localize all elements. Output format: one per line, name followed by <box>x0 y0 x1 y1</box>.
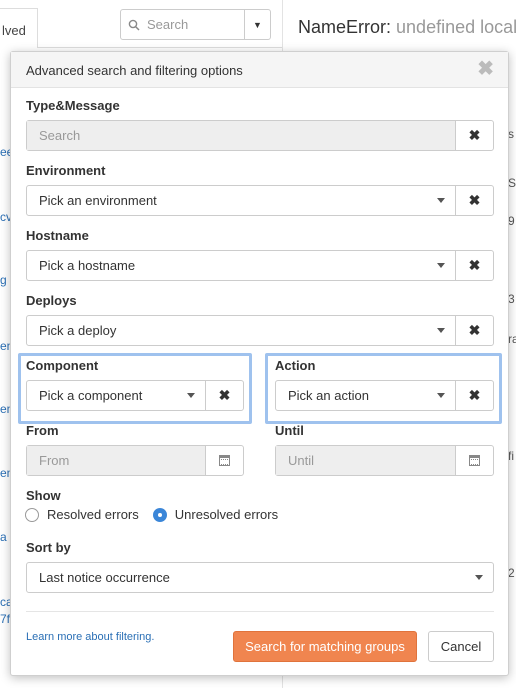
deploys-select-value[interactable]: Pick a deploy <box>27 316 456 345</box>
environment-select[interactable]: Pick an environment ✖ <box>26 185 494 216</box>
sort-by-select[interactable]: Last notice occurrence <box>26 562 494 593</box>
tab-label: lved <box>2 23 26 38</box>
detail-fragment: fi <box>508 449 514 463</box>
detail-fragment: S: <box>508 176 516 190</box>
clear-icon[interactable]: ✖ <box>456 186 493 215</box>
list-item-fragment[interactable]: ee <box>0 145 10 159</box>
sort-by-value: Last notice occurrence <box>39 570 170 585</box>
list-item-fragment[interactable]: g <box>0 273 10 287</box>
type-message-label: Type&Message <box>26 98 120 113</box>
until-label: Until <box>275 423 304 438</box>
chevron-down-icon[interactable]: ▼ <box>245 10 270 39</box>
detail-fragment: 2 <box>508 566 515 580</box>
chevron-down-icon <box>437 328 445 333</box>
chevron-down-icon <box>475 575 483 580</box>
error-message: undefined local <box>396 17 516 37</box>
calendar-icon[interactable] <box>206 446 243 475</box>
from-field[interactable]: From <box>26 445 244 476</box>
hostname-label: Hostname <box>26 228 89 243</box>
until-field[interactable]: Until <box>275 445 494 476</box>
from-input[interactable]: From <box>27 446 206 475</box>
advanced-search-modal: Advanced search and filtering options ✖ … <box>10 51 509 676</box>
hostname-value: Pick a hostname <box>39 258 136 273</box>
radio-resolved-label[interactable]: Resolved errors <box>47 507 139 522</box>
clear-icon[interactable]: ✖ <box>456 316 493 345</box>
show-radio-group: Resolved errors Unresolved errors <box>25 507 278 522</box>
sort-by-select-value[interactable]: Last notice occurrence <box>27 563 493 592</box>
action-select[interactable]: Pick an action ✖ <box>275 380 494 411</box>
clear-icon[interactable]: ✖ <box>206 381 243 410</box>
list-item-fragment[interactable]: cal <box>0 595 10 609</box>
component-select-value[interactable]: Pick a component <box>27 381 206 410</box>
footer-divider <box>26 611 494 612</box>
tab-divider <box>38 47 282 48</box>
deploys-value: Pick a deploy <box>39 323 117 338</box>
deploys-select[interactable]: Pick a deploy ✖ <box>26 315 494 346</box>
modal-header: Advanced search and filtering options ✖ <box>11 52 508 88</box>
environment-select-value[interactable]: Pick an environment <box>27 186 456 215</box>
type-message-field[interactable]: Search ✖ <box>26 120 494 151</box>
chevron-down-icon <box>187 393 195 398</box>
show-label: Show <box>26 488 61 503</box>
error-title: NameError: undefined local <box>298 17 516 38</box>
list-item-fragment[interactable]: en <box>0 339 10 353</box>
hostname-select-value[interactable]: Pick a hostname <box>27 251 456 280</box>
learn-more-link[interactable]: Learn more about filtering. <box>26 631 154 643</box>
clear-icon[interactable]: ✖ <box>456 121 493 150</box>
sort-by-label: Sort by <box>26 540 71 555</box>
modal-title: Advanced search and filtering options <box>26 63 243 78</box>
error-class: NameError: <box>298 17 392 37</box>
clear-icon[interactable]: ✖ <box>456 381 493 410</box>
list-item-fragment[interactable]: en <box>0 402 10 416</box>
action-value: Pick an action <box>288 388 369 403</box>
close-icon[interactable]: ✖ <box>477 59 494 79</box>
component-select[interactable]: Pick a component ✖ <box>26 380 244 411</box>
cancel-button[interactable]: Cancel <box>428 631 494 662</box>
search-matching-groups-button[interactable]: Search for matching groups <box>233 631 417 662</box>
radio-resolved[interactable] <box>25 507 39 522</box>
until-input[interactable]: Until <box>276 446 456 475</box>
environment-label: Environment <box>26 163 106 178</box>
action-label: Action <box>275 358 316 373</box>
detail-fragment: ra <box>508 332 516 346</box>
radio-unresolved-label[interactable]: Unresolved errors <box>175 507 278 522</box>
chevron-down-icon <box>437 198 445 203</box>
deploys-label: Deploys <box>26 293 77 308</box>
component-label: Component <box>26 358 99 373</box>
list-item-fragment[interactable]: en <box>0 466 10 480</box>
list-item-fragment[interactable]: a h <box>0 530 10 544</box>
hostname-select[interactable]: Pick a hostname ✖ <box>26 250 494 281</box>
component-value: Pick a component <box>39 388 143 403</box>
detail-fragment: 9 <box>508 214 515 228</box>
type-message-input[interactable]: Search <box>27 121 456 150</box>
calendar-icon[interactable] <box>456 446 493 475</box>
radio-unresolved[interactable] <box>152 507 167 522</box>
environment-value: Pick an environment <box>39 193 157 208</box>
header-search-input[interactable]: Search <box>147 10 245 39</box>
search-icon <box>121 10 147 39</box>
chevron-down-icon <box>437 263 445 268</box>
detail-fragment: s <box>508 127 514 141</box>
tab-unresolved[interactable]: lved <box>0 8 38 48</box>
from-label: From <box>26 423 59 438</box>
list-item-fragment[interactable]: 7f <box>0 612 10 626</box>
clear-icon[interactable]: ✖ <box>456 251 493 280</box>
header-search[interactable]: Search ▼ <box>120 9 271 40</box>
detail-fragment: 3 <box>508 292 515 306</box>
action-select-value[interactable]: Pick an action <box>276 381 456 410</box>
chevron-down-icon <box>437 393 445 398</box>
list-item-fragment[interactable]: cv <box>0 210 10 224</box>
